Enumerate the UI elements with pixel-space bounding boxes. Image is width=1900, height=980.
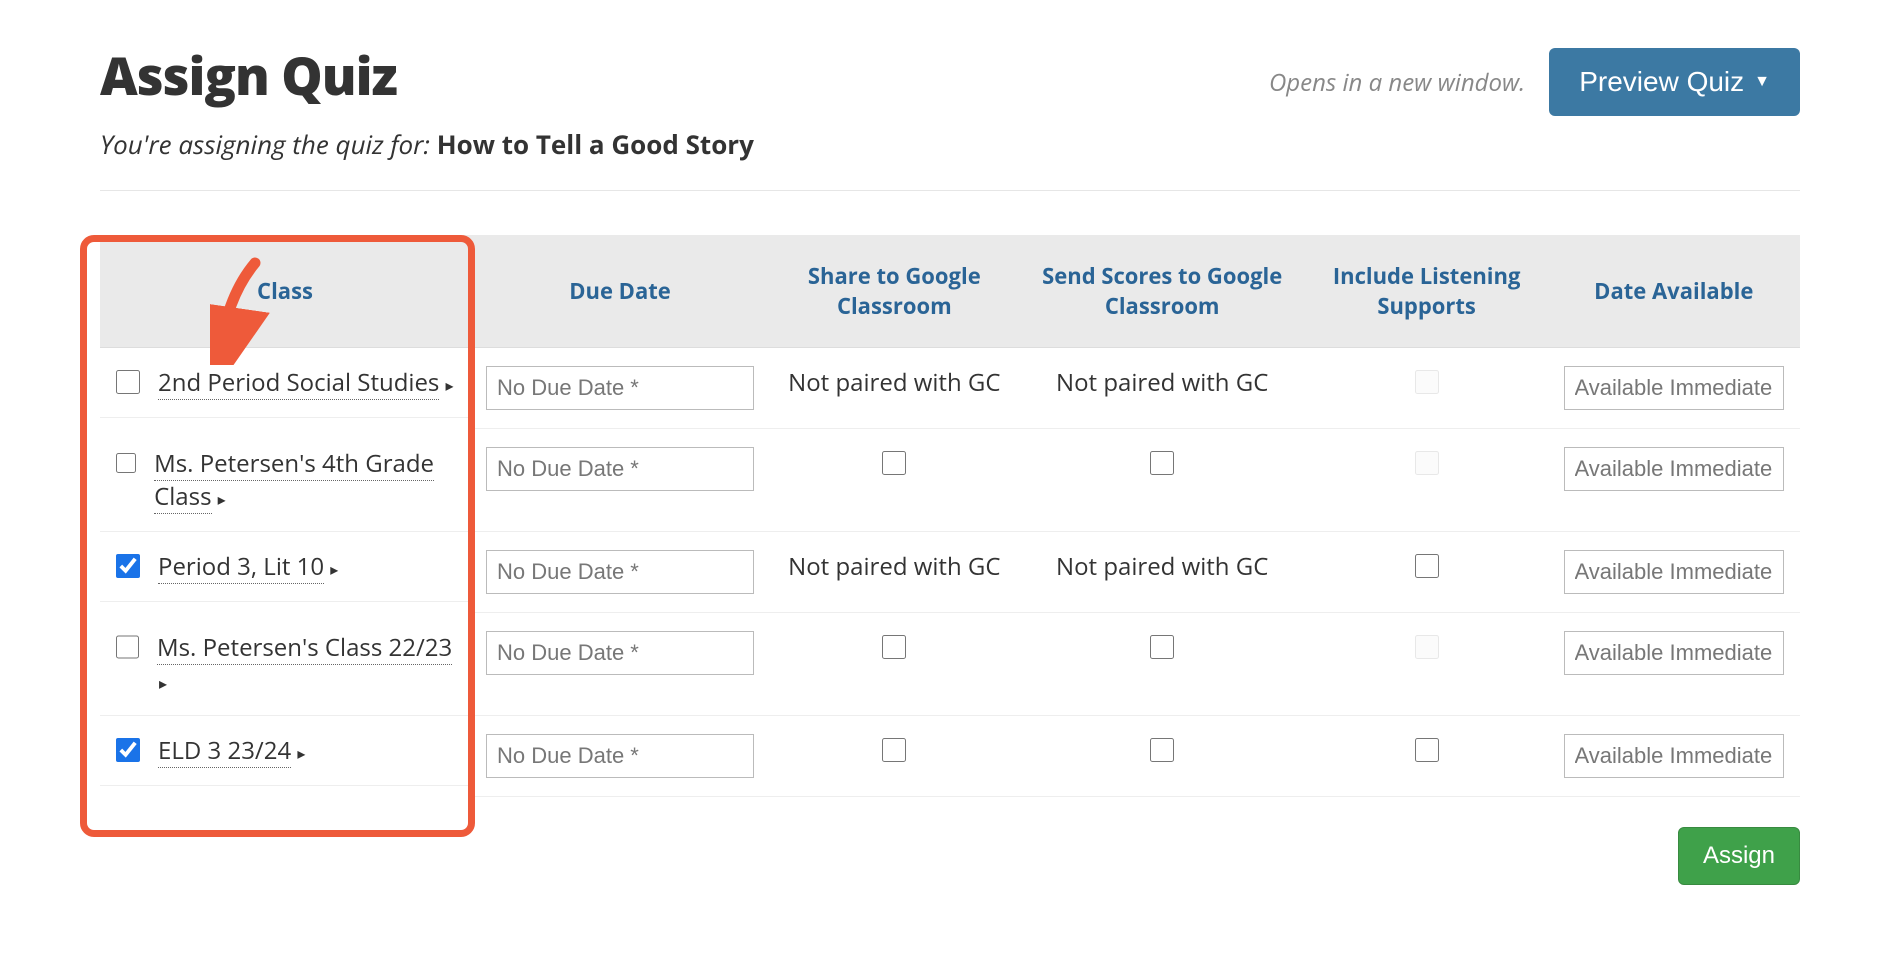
listening-checkbox bbox=[1415, 635, 1439, 659]
class-name-link[interactable]: Ms. Petersen's 4th Grade Class bbox=[154, 447, 434, 514]
listening-checkbox bbox=[1415, 451, 1439, 475]
preview-quiz-button[interactable]: Preview Quiz ▼ bbox=[1549, 48, 1800, 116]
share-gc-cell: Not paired with GC bbox=[770, 532, 1019, 613]
select-class-checkbox[interactable] bbox=[116, 738, 140, 762]
assign-button[interactable]: Assign bbox=[1678, 827, 1800, 885]
due-date-input[interactable] bbox=[486, 734, 754, 778]
date-available-cell bbox=[1548, 716, 1800, 797]
class-cell: Ms. Petersen's Class 22/23 ▸ bbox=[100, 613, 470, 716]
page-title: Assign Quiz bbox=[100, 40, 397, 111]
scores-gc-cell bbox=[1019, 613, 1306, 716]
scores-gc-cell: Not paired with GC bbox=[1019, 532, 1306, 613]
date-available-input[interactable] bbox=[1564, 734, 1784, 778]
not-paired-text: Not paired with GC bbox=[1056, 366, 1268, 399]
due-date-input[interactable] bbox=[486, 447, 754, 491]
classes-table: Class Due Date Share to Google Classroom… bbox=[100, 235, 1800, 797]
col-class[interactable]: Class bbox=[100, 235, 470, 348]
due-date-input[interactable] bbox=[486, 366, 754, 410]
col-due-date[interactable]: Due Date bbox=[470, 235, 770, 348]
share-gc-checkbox[interactable] bbox=[882, 738, 906, 762]
chevron-right-icon: ▸ bbox=[326, 558, 338, 580]
due-date-input[interactable] bbox=[486, 631, 754, 675]
scores-gc-cell bbox=[1019, 429, 1306, 532]
chevron-right-icon: ▸ bbox=[293, 742, 305, 764]
due-date-cell bbox=[470, 613, 770, 716]
share-gc-cell bbox=[770, 716, 1019, 797]
due-date-cell bbox=[470, 716, 770, 797]
date-available-cell bbox=[1548, 613, 1800, 716]
divider bbox=[100, 190, 1800, 191]
listening-checkbox[interactable] bbox=[1415, 554, 1439, 578]
scores-gc-checkbox[interactable] bbox=[1150, 635, 1174, 659]
listening-cell bbox=[1306, 532, 1548, 613]
class-cell: Ms. Petersen's 4th Grade Class ▸ bbox=[100, 429, 470, 532]
share-gc-cell bbox=[770, 613, 1019, 716]
listening-checkbox bbox=[1415, 370, 1439, 394]
class-cell: 2nd Period Social Studies ▸ bbox=[100, 348, 470, 418]
class-name-link[interactable]: Period 3, Lit 10 bbox=[158, 550, 324, 584]
date-available-input[interactable] bbox=[1564, 447, 1784, 491]
table-row: Ms. Petersen's Class 22/23 ▸ bbox=[100, 613, 1800, 716]
chevron-right-icon: ▸ bbox=[159, 672, 167, 694]
class-cell: ELD 3 23/24 ▸ bbox=[100, 716, 470, 786]
listening-cell bbox=[1306, 716, 1548, 797]
listening-cell bbox=[1306, 613, 1548, 716]
not-paired-text: Not paired with GC bbox=[788, 366, 1000, 399]
class-name-link[interactable]: Ms. Petersen's Class 22/23 bbox=[157, 631, 452, 665]
class-cell: Period 3, Lit 10 ▸ bbox=[100, 532, 470, 602]
table-row: ELD 3 23/24 ▸ bbox=[100, 716, 1800, 797]
subhead: You're assigning the quiz for: How to Te… bbox=[100, 126, 1800, 162]
chevron-right-icon: ▸ bbox=[214, 488, 226, 510]
select-class-checkbox[interactable] bbox=[116, 635, 139, 659]
class-name-link[interactable]: ELD 3 23/24 bbox=[158, 734, 291, 768]
due-date-cell bbox=[470, 532, 770, 613]
preview-quiz-label: Preview Quiz bbox=[1579, 66, 1744, 98]
select-class-checkbox[interactable] bbox=[116, 370, 140, 394]
not-paired-text: Not paired with GC bbox=[1056, 550, 1268, 583]
table-row: Period 3, Lit 10 ▸ Not paired with GC Not … bbox=[100, 532, 1800, 613]
scores-gc-cell bbox=[1019, 716, 1306, 797]
chevron-right-icon: ▸ bbox=[441, 374, 453, 396]
col-scores-gc[interactable]: Send Scores to Google Classroom bbox=[1019, 235, 1306, 348]
table-row: 2nd Period Social Studies ▸ Not paired wi… bbox=[100, 348, 1800, 429]
col-listening[interactable]: Include Listening Supports bbox=[1306, 235, 1548, 348]
date-available-input[interactable] bbox=[1564, 550, 1784, 594]
date-available-input[interactable] bbox=[1564, 631, 1784, 675]
select-class-checkbox[interactable] bbox=[116, 451, 136, 475]
share-gc-checkbox[interactable] bbox=[882, 451, 906, 475]
col-date-avail[interactable]: Date Available bbox=[1548, 235, 1800, 348]
preview-hint: Opens in a new window. bbox=[1269, 66, 1525, 99]
share-gc-cell: Not paired with GC bbox=[770, 348, 1019, 429]
quiz-title: How to Tell a Good Story bbox=[437, 126, 754, 162]
date-available-cell bbox=[1548, 532, 1800, 613]
col-share-gc[interactable]: Share to Google Classroom bbox=[770, 235, 1019, 348]
scores-gc-checkbox[interactable] bbox=[1150, 451, 1174, 475]
caret-down-icon: ▼ bbox=[1754, 73, 1770, 91]
listening-cell bbox=[1306, 429, 1548, 532]
table-row: Ms. Petersen's 4th Grade Class ▸ bbox=[100, 429, 1800, 532]
date-available-cell bbox=[1548, 429, 1800, 532]
select-class-checkbox[interactable] bbox=[116, 554, 140, 578]
due-date-cell bbox=[470, 348, 770, 429]
due-date-cell bbox=[470, 429, 770, 532]
due-date-input[interactable] bbox=[486, 550, 754, 594]
listening-checkbox[interactable] bbox=[1415, 738, 1439, 762]
subhead-prefix: You're assigning the quiz for: bbox=[100, 126, 437, 162]
share-gc-checkbox[interactable] bbox=[882, 635, 906, 659]
date-available-input[interactable] bbox=[1564, 366, 1784, 410]
listening-cell bbox=[1306, 348, 1548, 429]
scores-gc-cell: Not paired with GC bbox=[1019, 348, 1306, 429]
share-gc-cell bbox=[770, 429, 1019, 532]
scores-gc-checkbox[interactable] bbox=[1150, 738, 1174, 762]
date-available-cell bbox=[1548, 348, 1800, 429]
not-paired-text: Not paired with GC bbox=[788, 550, 1000, 583]
class-name-link[interactable]: 2nd Period Social Studies bbox=[158, 366, 439, 400]
